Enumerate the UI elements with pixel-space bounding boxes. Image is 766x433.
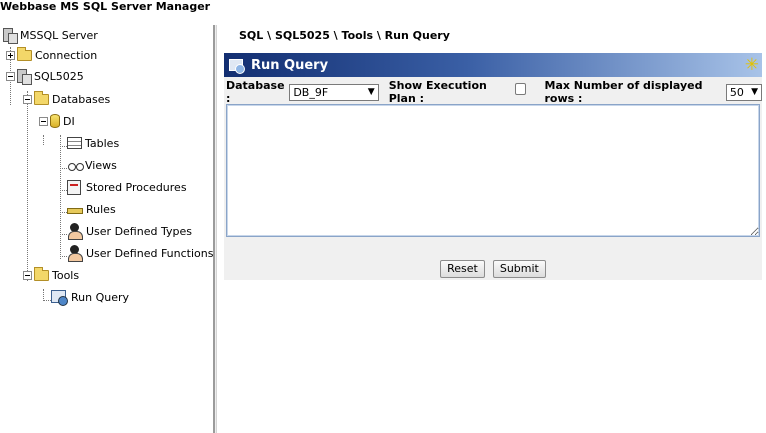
database-icon — [50, 114, 60, 128]
max-rows-label: Max Number of displayed rows : — [544, 79, 703, 105]
tree-label: DI — [63, 114, 75, 128]
tree-node-user-defined-functions[interactable]: User Defined Functions — [67, 244, 213, 262]
procedure-icon — [67, 179, 81, 195]
query-icon — [229, 58, 245, 74]
tree-node-tables[interactable]: Tables — [67, 134, 119, 152]
panel-header: Run Query ✳ — [224, 53, 762, 77]
tree-node-views[interactable]: Views — [67, 156, 117, 174]
max-rows-select[interactable]: 50 ▼ — [725, 83, 762, 101]
tree-node-rules[interactable]: Rules — [67, 200, 116, 218]
panel-title: Run Query — [251, 57, 329, 73]
expand-icon[interactable] — [6, 50, 15, 60]
glasses-icon — [67, 160, 84, 171]
submit-button[interactable]: Submit — [492, 260, 546, 278]
dropdown-arrow-icon: ▼ — [751, 86, 758, 97]
database-select[interactable]: DB_9F ▼ — [289, 83, 379, 101]
tree-node-stored-procedures[interactable]: Stored Procedures — [67, 178, 187, 196]
tree-label: Tables — [85, 136, 120, 150]
tree-label: MSSQL Server — [20, 28, 98, 42]
tree-node-run-query[interactable]: Run Query — [51, 288, 129, 306]
query-icon — [51, 289, 68, 306]
tree-node-user-defined-types[interactable]: User Defined Types — [67, 222, 192, 240]
tree-label: Rules — [86, 202, 116, 216]
tree-label: User Defined Types — [86, 224, 192, 238]
tree-label: Databases — [52, 92, 111, 106]
query-input[interactable] — [226, 104, 760, 237]
button-row: Reset Submit — [224, 260, 762, 278]
ruler-icon — [67, 208, 83, 214]
server-icon — [1, 27, 18, 44]
star-icon[interactable]: ✳ — [745, 55, 759, 75]
execution-plan-label: Show Execution Plan : — [388, 79, 487, 105]
tree-node-database[interactable]: DI — [39, 112, 75, 130]
tree-label: User Defined Functions — [86, 246, 214, 260]
tree-label: Run Query — [71, 290, 130, 304]
execution-plan-checkbox[interactable] — [514, 83, 526, 95]
database-value: DB_9F — [293, 85, 329, 99]
pane-splitter[interactable] — [213, 25, 217, 433]
tree-node-connection[interactable]: Connection — [6, 46, 97, 64]
user-type-icon — [67, 223, 83, 240]
navigation-tree: MSSQL Server Connection SQL5025 Database… — [0, 25, 213, 433]
run-query-panel: Run Query ✳ Database : DB_9F ▼ Show Exec… — [224, 53, 762, 280]
table-icon — [67, 137, 82, 149]
tree-label: Tools — [52, 268, 80, 282]
tree-label: SQL5025 — [34, 69, 84, 83]
tree-label: Views — [85, 158, 117, 172]
user-function-icon — [67, 245, 83, 262]
tree-node-databases[interactable]: Databases — [23, 90, 110, 108]
max-rows-value: 50 — [729, 85, 744, 99]
tree-node-server[interactable]: SQL5025 — [6, 67, 84, 85]
dropdown-arrow-icon: ▼ — [367, 86, 375, 97]
collapse-icon[interactable] — [23, 94, 32, 104]
app-title: Webbase MS SQL Server Manager — [0, 0, 211, 13]
database-label: Database : — [226, 79, 285, 105]
query-options: Database : DB_9F ▼ Show Execution Plan :… — [224, 79, 762, 105]
folder-icon — [34, 266, 49, 281]
folder-icon — [34, 90, 49, 105]
collapse-icon[interactable] — [39, 116, 48, 126]
tree-node-tools[interactable]: Tools — [23, 266, 79, 284]
reset-button[interactable]: Reset — [440, 260, 485, 278]
tree-label: Connection — [35, 48, 98, 62]
collapse-icon[interactable] — [6, 71, 15, 81]
folder-icon — [17, 46, 32, 61]
tree-node-mssql-server[interactable]: MSSQL Server — [1, 26, 98, 44]
breadcrumb: SQL \ SQL5025 \ Tools \ Run Query — [239, 29, 450, 42]
server-icon — [15, 68, 32, 85]
collapse-icon[interactable] — [23, 270, 32, 280]
tree-label: Stored Procedures — [86, 180, 187, 194]
